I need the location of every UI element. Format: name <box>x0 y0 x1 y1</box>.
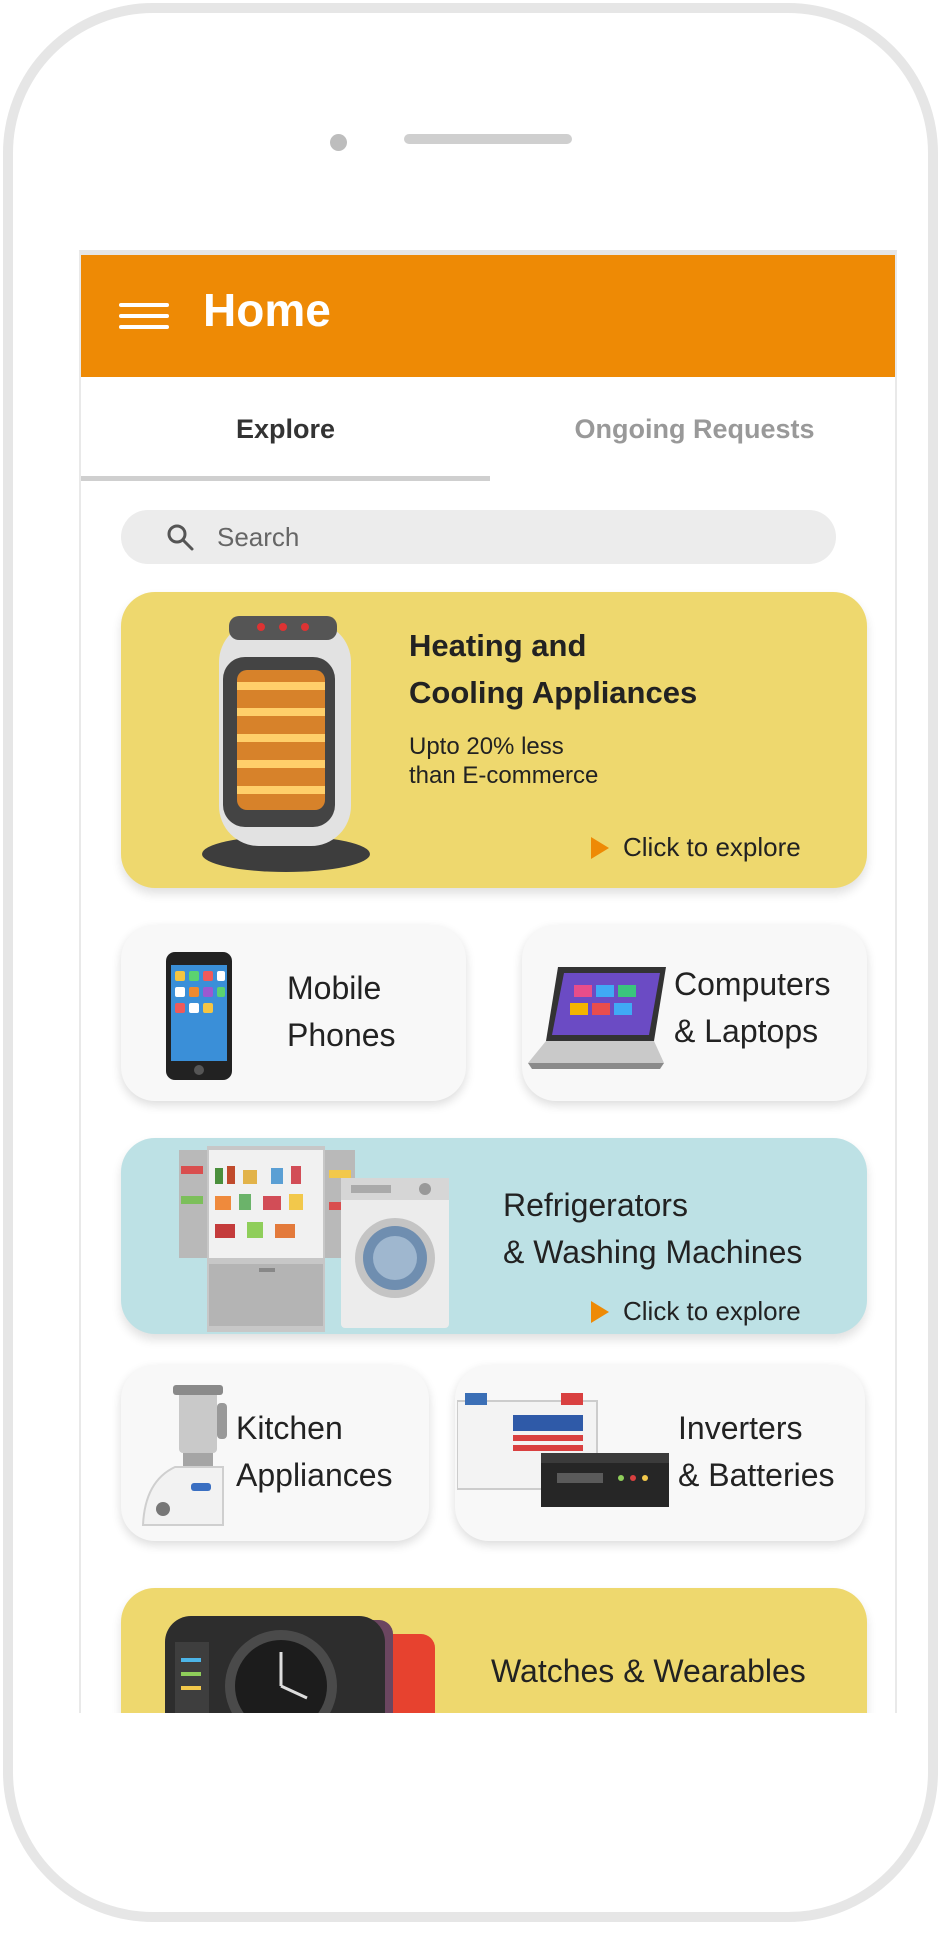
category-title: Inverters & Batteries <box>678 1410 835 1493</box>
tab-indicator <box>81 476 490 481</box>
play-arrow-icon <box>591 836 609 859</box>
category-title: Mobile Phones <box>287 970 396 1053</box>
click-to-explore-link[interactable]: Click to explore <box>591 832 801 863</box>
category-card-kitchen-appliances[interactable]: Kitchen Appliances <box>121 1365 429 1541</box>
mixer-grinder-image <box>141 1385 227 1526</box>
laptop-image <box>528 967 666 1069</box>
front-camera <box>330 134 347 151</box>
refrigerator-image <box>179 1146 355 1332</box>
search-input[interactable] <box>215 520 779 554</box>
category-card-refrigerators-washing[interactable]: Refrigerators & Washing Machines Click t… <box>121 1138 867 1334</box>
category-title: Computers & Laptops <box>674 966 831 1049</box>
hamburger-menu-icon[interactable] <box>119 303 169 329</box>
inverter-battery-image <box>457 1393 669 1507</box>
app-bar: Home <box>81 255 895 377</box>
search-icon <box>167 524 194 551</box>
room-heater-image <box>202 616 370 872</box>
category-title: Heating and Cooling Appliances <box>409 628 698 710</box>
earpiece-speaker <box>404 134 572 144</box>
washing-machine-image <box>341 1178 449 1328</box>
tab-explore[interactable]: Explore <box>81 377 490 481</box>
search-bar[interactable] <box>121 510 836 564</box>
tab-bar: Explore Ongoing Requests <box>81 377 895 481</box>
category-title: Refrigerators & Washing Machines <box>503 1187 803 1270</box>
page-title: Home <box>203 284 331 336</box>
category-card-inverters-batteries[interactable]: Inverters & Batteries <box>455 1365 865 1541</box>
click-to-explore-link[interactable]: Click to explore <box>591 1296 801 1327</box>
phone-frame: Home Explore Ongoing Requests Search Hea… <box>3 3 938 1922</box>
category-title: Watches & Wearables <box>491 1653 806 1689</box>
category-card-mobile-phones[interactable]: Mobile Phones <box>121 925 466 1101</box>
app-screen: Home Explore Ongoing Requests Search Hea… <box>79 250 897 1713</box>
play-arrow-icon <box>591 1300 609 1323</box>
category-card-computers-laptops[interactable]: Computers & Laptops <box>522 925 867 1101</box>
smartwatch-image <box>165 1616 435 1713</box>
category-card-watches-wearables[interactable]: Watches & Wearables <box>121 1588 867 1713</box>
tab-ongoing-requests[interactable]: Ongoing Requests <box>490 377 895 481</box>
category-subtitle: Upto 20% less than E-commerce <box>409 733 599 789</box>
category-card-heating-cooling[interactable]: Heating and Cooling Appliances Upto 20% … <box>121 592 867 888</box>
category-title: Kitchen Appliances <box>236 1410 393 1493</box>
smartphone-image <box>166 952 232 1080</box>
